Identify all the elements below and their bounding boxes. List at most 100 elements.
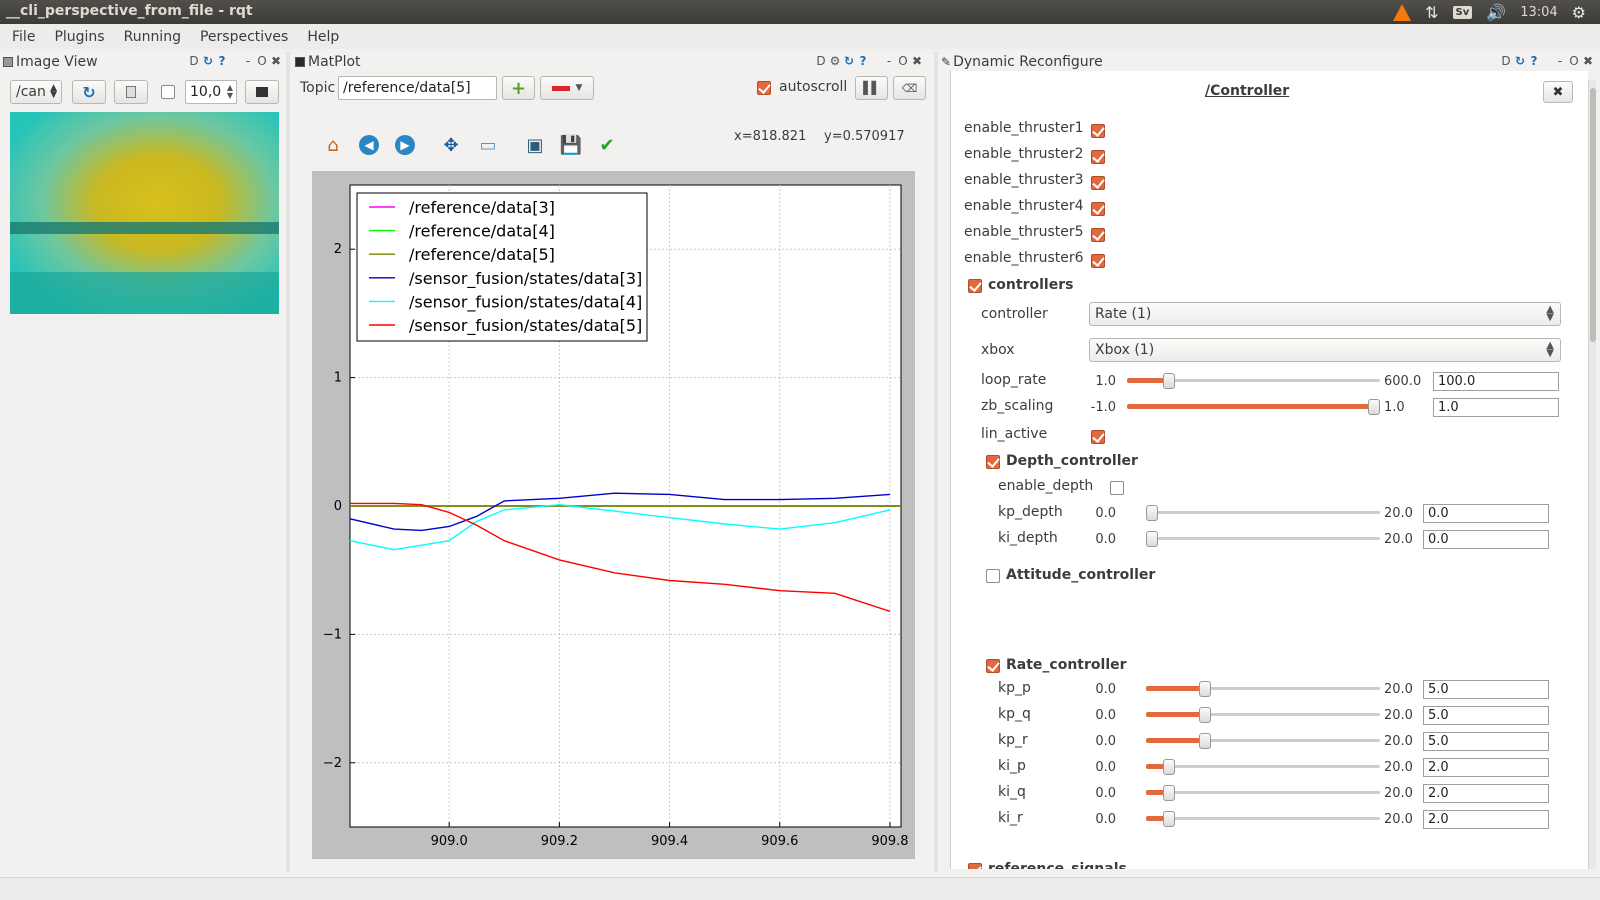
clock[interactable]: 13:04 (1520, 5, 1557, 20)
ki_q-slider[interactable] (1146, 785, 1380, 801)
ki_q-value-field[interactable]: 2.0 (1423, 784, 1549, 803)
scrollbar-thumb[interactable] (1590, 88, 1596, 342)
float-dock-icon[interactable]: O (256, 54, 268, 68)
help-icon[interactable]: ? (1528, 54, 1540, 68)
menu-file[interactable]: File (12, 29, 35, 45)
enable_thruster1-checkbox[interactable] (1091, 124, 1105, 138)
minimize-icon[interactable]: - (242, 54, 254, 68)
xbox-select[interactable]: Xbox (1) ▲ ▼ (1089, 338, 1561, 362)
loop_rate-value-field[interactable]: 100.0 (1433, 372, 1559, 391)
volume-icon[interactable]: 🔊 (1486, 3, 1506, 22)
slider-handle[interactable] (1198, 733, 1211, 749)
zoom-1-button[interactable] (114, 80, 148, 104)
zb_scaling-slider[interactable] (1127, 399, 1380, 415)
help-icon[interactable]: ? (857, 54, 869, 68)
enable_thruster6-checkbox[interactable] (1091, 254, 1105, 268)
reload-plugin-icon[interactable]: ↻ (1514, 54, 1526, 68)
kp_p-value-field[interactable]: 5.0 (1423, 680, 1549, 699)
kp_q-value-field[interactable]: 5.0 (1423, 706, 1549, 725)
save-image-button[interactable] (245, 80, 279, 104)
pan-icon[interactable]: ✥ (440, 134, 462, 156)
ki_p-value-field[interactable]: 2.0 (1423, 758, 1549, 777)
minimize-icon[interactable]: - (883, 54, 895, 68)
ki_r-value-field[interactable]: 2.0 (1423, 810, 1549, 829)
reference-signals-checkbox[interactable] (968, 863, 982, 869)
topic-input[interactable]: /reference/data[5] (338, 76, 497, 100)
enable_depth-checkbox[interactable] (1110, 481, 1124, 495)
controllers-group-checkbox[interactable] (968, 279, 982, 293)
rate-controller-checkbox[interactable] (986, 659, 1000, 673)
menu-running[interactable]: Running (124, 29, 181, 45)
slider-handle[interactable] (1163, 785, 1176, 801)
remove-topic-button[interactable]: ▼ (540, 76, 594, 100)
dock-debug-icon[interactable]: D (1500, 54, 1512, 68)
slider-handle[interactable] (1198, 707, 1211, 723)
minimize-icon[interactable]: - (1554, 54, 1566, 68)
close-node-button[interactable]: ✖ (1543, 81, 1573, 103)
help-icon[interactable]: ? (216, 54, 228, 68)
zoom-rect-icon[interactable]: ▭ (477, 134, 499, 156)
float-dock-icon[interactable]: O (897, 54, 909, 68)
edit-curves-icon[interactable]: ✔ (596, 134, 618, 156)
back-icon[interactable]: ◀ (358, 134, 380, 156)
ki_depth-slider[interactable] (1146, 531, 1380, 547)
float-dock-icon[interactable]: O (1568, 54, 1580, 68)
kp_depth-value-field[interactable]: 0.0 (1423, 504, 1549, 523)
smooth-scaling-checkbox[interactable] (161, 85, 175, 99)
enable_thruster3-checkbox[interactable] (1091, 176, 1105, 190)
keyboard-layout-indicator[interactable]: Sv (1452, 5, 1473, 19)
ki_p-slider[interactable] (1146, 759, 1380, 775)
depth-controller-checkbox[interactable] (986, 455, 1000, 469)
slider-handle[interactable] (1163, 759, 1176, 775)
zoom-factor-spinbox[interactable]: 10,0 ▲ ▼ (185, 80, 237, 104)
home-icon[interactable]: ⌂ (322, 134, 344, 156)
attitude-controller-checkbox[interactable] (986, 569, 1000, 583)
menu-plugins[interactable]: Plugins (54, 29, 104, 45)
enable_thruster4-checkbox[interactable] (1091, 202, 1105, 216)
kp_r-value-field[interactable]: 5.0 (1423, 732, 1549, 751)
forward-icon[interactable]: ▶ (394, 134, 416, 156)
kp_r-slider[interactable] (1146, 733, 1380, 749)
session-gear-icon[interactable]: ⚙ (1572, 3, 1586, 22)
network-icon[interactable]: ⇅ (1425, 3, 1438, 22)
kp_p-slider[interactable] (1146, 681, 1380, 697)
pause-button[interactable]: ▌▌ (855, 76, 888, 100)
slider-handle[interactable] (1368, 399, 1380, 415)
dock-debug-icon[interactable]: D (188, 54, 200, 68)
reload-plugin-icon[interactable]: ↻ (843, 54, 855, 68)
close-dock-icon[interactable]: ✖ (1582, 54, 1594, 68)
splitter-right[interactable] (934, 52, 938, 872)
controller-select[interactable]: Rate (1) ▲ ▼ (1089, 302, 1561, 326)
loop_rate-slider[interactable] (1127, 373, 1380, 389)
enable_thruster5-checkbox[interactable] (1091, 228, 1105, 242)
zb_scaling-value-field[interactable]: 1.0 (1433, 398, 1559, 417)
figure-canvas[interactable] (312, 171, 915, 859)
refresh-topics-button[interactable]: ↻ (72, 80, 106, 104)
settings-gear-icon[interactable]: ⚙ (829, 54, 841, 68)
slider-handle[interactable] (1198, 681, 1211, 697)
enable_thruster2-checkbox[interactable] (1091, 150, 1105, 164)
image-topic-combo[interactable]: /can ▲ ▼ (10, 80, 62, 104)
kp_depth-slider[interactable] (1146, 505, 1380, 521)
add-topic-button[interactable]: + (502, 76, 535, 100)
slider-handle[interactable] (1146, 531, 1158, 547)
dock-debug-icon[interactable]: D (815, 54, 827, 68)
lin_active-checkbox[interactable] (1091, 430, 1105, 444)
configure-subplots-icon[interactable]: ▣ (524, 134, 546, 156)
ki_depth-value-field[interactable]: 0.0 (1423, 530, 1549, 549)
splitter-left[interactable] (286, 52, 290, 872)
slider-handle[interactable] (1162, 373, 1175, 389)
ki_r-slider[interactable] (1146, 811, 1380, 827)
close-dock-icon[interactable]: ✖ (911, 54, 923, 68)
reconfigure-scrollbar[interactable] (1588, 80, 1596, 869)
vlc-icon[interactable] (1393, 3, 1412, 21)
kp_q-slider[interactable] (1146, 707, 1380, 723)
clear-button[interactable]: ⌫ (893, 76, 926, 100)
menu-help[interactable]: Help (307, 29, 339, 45)
reload-plugin-icon[interactable]: ↻ (202, 54, 214, 68)
menu-perspectives[interactable]: Perspectives (200, 29, 288, 45)
close-dock-icon[interactable]: ✖ (270, 54, 282, 68)
slider-handle[interactable] (1146, 505, 1158, 521)
autoscroll-checkbox[interactable] (757, 81, 771, 95)
slider-handle[interactable] (1163, 811, 1176, 827)
